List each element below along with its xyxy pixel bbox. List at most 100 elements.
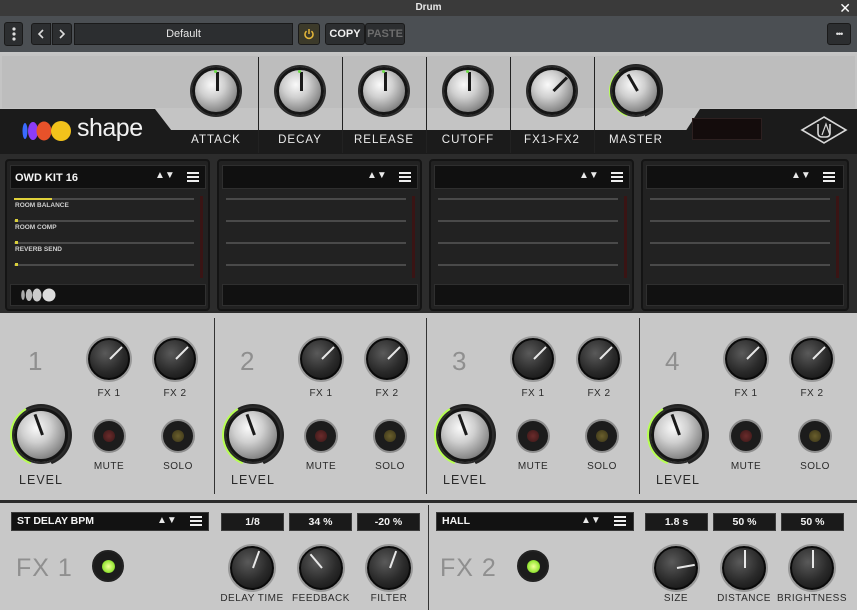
slot-header-2[interactable]: [222, 165, 418, 189]
fx2-enable-button[interactable]: [517, 550, 549, 582]
slot-meter: [412, 196, 415, 278]
mute-light: [740, 430, 752, 442]
hamburger-menu-icon[interactable]: [614, 516, 626, 526]
kebab-menu-icon[interactable]: [4, 22, 23, 46]
filter-value[interactable]: -20 %: [357, 513, 420, 531]
indicator-led: [214, 70, 217, 73]
release-knob[interactable]: [360, 67, 408, 115]
brightness-knob[interactable]: [790, 546, 834, 590]
fx-divider: [428, 505, 429, 610]
brightness-label: BRIGHTNESS: [777, 593, 848, 604]
fx2-send-label: FX 2: [587, 388, 611, 399]
up-down-arrows-icon[interactable]: ▲▼: [155, 170, 175, 181]
hamburger-menu-icon[interactable]: [399, 172, 411, 182]
mute-button[interactable]: [729, 419, 763, 453]
paste-button[interactable]: PASTE: [365, 23, 405, 45]
solo-button[interactable]: [161, 419, 195, 453]
fx1-send-knob[interactable]: [88, 338, 130, 380]
power-icon[interactable]: [298, 23, 320, 45]
up-down-arrows-icon[interactable]: ▲▼: [367, 170, 387, 181]
hamburger-menu-icon[interactable]: [823, 172, 835, 182]
close-icon[interactable]: ✕: [839, 0, 851, 16]
next-preset-button[interactable]: [52, 23, 72, 45]
level-knob[interactable]: [438, 408, 492, 462]
filter-knob[interactable]: [367, 546, 411, 590]
slot-header-3[interactable]: [434, 165, 630, 189]
attack-knob[interactable]: [192, 67, 240, 115]
mute-button[interactable]: [516, 419, 550, 453]
knob-pointer: [245, 414, 256, 436]
fx1-enable-button[interactable]: [92, 550, 124, 582]
copy-button[interactable]: COPY: [325, 23, 365, 45]
level-knob[interactable]: [651, 408, 705, 462]
slot-meter: [624, 196, 627, 278]
previous-preset-button[interactable]: [31, 23, 51, 45]
mute-button[interactable]: [92, 419, 126, 453]
fx1-send-knob[interactable]: [300, 338, 342, 380]
indicator-led: [298, 70, 301, 73]
size-knob[interactable]: [654, 546, 698, 590]
fx2-send-knob[interactable]: [366, 338, 408, 380]
feedback-knob[interactable]: [299, 546, 343, 590]
param-marker: [15, 263, 18, 266]
level-label: LEVEL: [19, 473, 63, 487]
up-down-arrows-icon[interactable]: ▲▼: [579, 170, 599, 181]
master-label: MASTER: [609, 134, 663, 146]
fx1-send-label: FX 1: [309, 388, 333, 399]
slot-header-4[interactable]: [646, 165, 844, 189]
solo-button[interactable]: [798, 419, 832, 453]
up-down-arrows-icon[interactable]: ▲▼: [581, 515, 601, 526]
more-options-button[interactable]: •••: [827, 23, 851, 45]
knob-pointer: [599, 346, 613, 360]
param-divider: [650, 220, 830, 222]
preset-selector[interactable]: Default: [74, 23, 293, 45]
fx2-send-knob[interactable]: [578, 338, 620, 380]
feedback-value[interactable]: 34 %: [289, 513, 352, 531]
level-knob[interactable]: [226, 408, 280, 462]
top-divider: [342, 57, 343, 153]
hamburger-menu-icon[interactable]: [190, 516, 202, 526]
distance-knob[interactable]: [722, 546, 766, 590]
channel-number: 3: [452, 346, 467, 376]
knob-pointer: [175, 346, 189, 360]
fx1-send-knob[interactable]: [725, 338, 767, 380]
solo-button[interactable]: [585, 419, 619, 453]
level-label: LEVEL: [231, 473, 275, 487]
indicator-led: [466, 70, 469, 73]
decay-knob[interactable]: [276, 67, 324, 115]
master-knob[interactable]: [612, 67, 660, 115]
param-divider: [438, 242, 618, 244]
up-down-arrows-icon[interactable]: ▲▼: [157, 515, 177, 526]
mute-button[interactable]: [304, 419, 338, 453]
param-divider: [650, 198, 830, 200]
delay-time-knob[interactable]: [230, 546, 274, 590]
fx2-send-knob[interactable]: [154, 338, 196, 380]
fx2-send-knob[interactable]: [791, 338, 833, 380]
fx1-fx2-knob[interactable]: [528, 67, 576, 115]
knob-pointer: [670, 414, 681, 436]
delay-time-value[interactable]: 1/8: [221, 513, 284, 531]
brightness-value[interactable]: 50 %: [781, 513, 844, 531]
solo-light: [172, 430, 184, 442]
knob-pointer: [746, 346, 760, 360]
up-down-arrows-icon[interactable]: ▲▼: [791, 170, 811, 181]
level-knob[interactable]: [14, 408, 68, 462]
knob-pointer: [812, 346, 826, 360]
fx1-send-label: FX 1: [734, 388, 758, 399]
knob-pointer: [389, 550, 398, 569]
knob-pointer: [33, 414, 44, 436]
feedback-label: FEEDBACK: [292, 593, 350, 604]
solo-button[interactable]: [373, 419, 407, 453]
fx1-send-knob[interactable]: [512, 338, 554, 380]
attack-label: ATTACK: [191, 134, 241, 146]
knob-pointer: [309, 553, 323, 569]
size-value[interactable]: 1.8 s: [645, 513, 708, 531]
knob-pointer: [457, 414, 468, 436]
channel-divider: [639, 318, 640, 494]
hamburger-menu-icon[interactable]: [187, 172, 199, 182]
hamburger-menu-icon[interactable]: [611, 172, 623, 182]
top-divider: [258, 57, 259, 153]
slot-footer-3: [434, 284, 630, 306]
cutoff-knob[interactable]: [444, 67, 492, 115]
distance-value[interactable]: 50 %: [713, 513, 776, 531]
